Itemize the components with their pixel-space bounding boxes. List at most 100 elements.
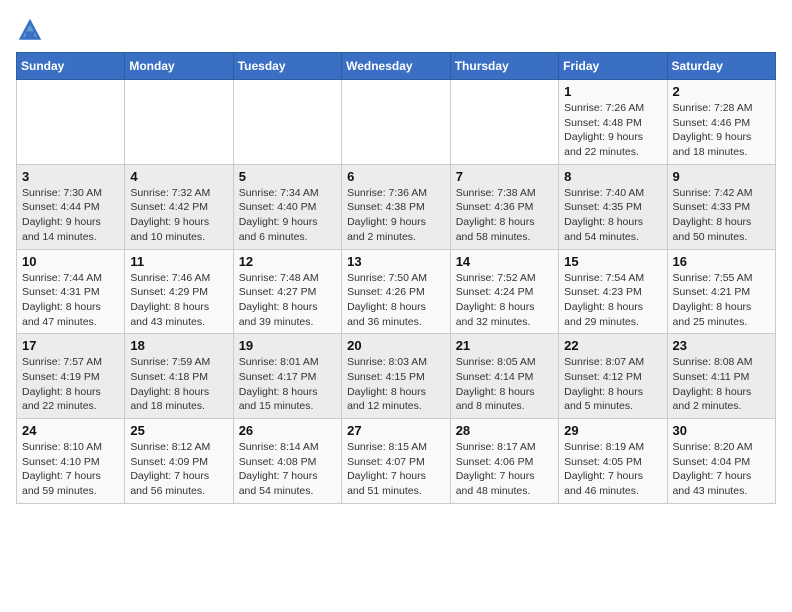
- day-info: Sunrise: 7:34 AMSunset: 4:40 PMDaylight:…: [239, 186, 336, 245]
- day-info: Sunrise: 7:50 AMSunset: 4:26 PMDaylight:…: [347, 271, 445, 330]
- day-number: 19: [239, 338, 336, 353]
- calendar-cell: 24 Sunrise: 8:10 AMSunset: 4:10 PMDayligh…: [17, 419, 125, 504]
- day-number: 1: [564, 84, 661, 99]
- day-info: Sunrise: 8:08 AMSunset: 4:11 PMDaylight:…: [673, 355, 770, 414]
- calendar-cell: 9 Sunrise: 7:42 AMSunset: 4:33 PMDaylight…: [667, 164, 775, 249]
- calendar-cell: 22 Sunrise: 8:07 AMSunset: 4:12 PMDayligh…: [559, 334, 667, 419]
- day-info: Sunrise: 8:19 AMSunset: 4:05 PMDaylight:…: [564, 440, 661, 499]
- calendar-week-row: 1 Sunrise: 7:26 AMSunset: 4:48 PMDaylight…: [17, 80, 776, 165]
- day-info: Sunrise: 7:28 AMSunset: 4:46 PMDaylight:…: [673, 101, 770, 160]
- day-info: Sunrise: 7:38 AMSunset: 4:36 PMDaylight:…: [456, 186, 553, 245]
- calendar-cell: 4 Sunrise: 7:32 AMSunset: 4:42 PMDaylight…: [125, 164, 233, 249]
- day-number: 3: [22, 169, 119, 184]
- calendar-cell: 18 Sunrise: 7:59 AMSunset: 4:18 PMDayligh…: [125, 334, 233, 419]
- day-number: 29: [564, 423, 661, 438]
- day-number: 9: [673, 169, 770, 184]
- day-info: Sunrise: 7:52 AMSunset: 4:24 PMDaylight:…: [456, 271, 553, 330]
- calendar-week-row: 3 Sunrise: 7:30 AMSunset: 4:44 PMDaylight…: [17, 164, 776, 249]
- calendar-cell: 29 Sunrise: 8:19 AMSunset: 4:05 PMDayligh…: [559, 419, 667, 504]
- day-number: 28: [456, 423, 553, 438]
- page-header: [16, 16, 776, 44]
- day-info: Sunrise: 7:32 AMSunset: 4:42 PMDaylight:…: [130, 186, 227, 245]
- calendar-cell: 5 Sunrise: 7:34 AMSunset: 4:40 PMDaylight…: [233, 164, 341, 249]
- day-number: 10: [22, 254, 119, 269]
- calendar-cell: [450, 80, 558, 165]
- day-number: 4: [130, 169, 227, 184]
- day-info: Sunrise: 7:44 AMSunset: 4:31 PMDaylight:…: [22, 271, 119, 330]
- calendar-cell: 10 Sunrise: 7:44 AMSunset: 4:31 PMDayligh…: [17, 249, 125, 334]
- day-number: 22: [564, 338, 661, 353]
- calendar-cell: 27 Sunrise: 8:15 AMSunset: 4:07 PMDayligh…: [342, 419, 451, 504]
- calendar-cell: 15 Sunrise: 7:54 AMSunset: 4:23 PMDayligh…: [559, 249, 667, 334]
- column-header-tuesday: Tuesday: [233, 53, 341, 80]
- day-info: Sunrise: 7:57 AMSunset: 4:19 PMDaylight:…: [22, 355, 119, 414]
- calendar-cell: 3 Sunrise: 7:30 AMSunset: 4:44 PMDaylight…: [17, 164, 125, 249]
- day-number: 2: [673, 84, 770, 99]
- day-info: Sunrise: 7:48 AMSunset: 4:27 PMDaylight:…: [239, 271, 336, 330]
- calendar-cell: 30Sunrise: 8:20 AMSunset: 4:04 PMDayligh…: [667, 419, 775, 504]
- day-info: Sunrise: 7:30 AMSunset: 4:44 PMDaylight:…: [22, 186, 119, 245]
- day-number: 21: [456, 338, 553, 353]
- logo: [16, 16, 48, 44]
- calendar-cell: 23Sunrise: 8:08 AMSunset: 4:11 PMDayligh…: [667, 334, 775, 419]
- calendar-cell: 2 Sunrise: 7:28 AMSunset: 4:46 PMDaylight…: [667, 80, 775, 165]
- calendar-header-row: SundayMondayTuesdayWednesdayThursdayFrid…: [17, 53, 776, 80]
- day-number: 11: [130, 254, 227, 269]
- day-number: 7: [456, 169, 553, 184]
- calendar-cell: 12Sunrise: 7:48 AMSunset: 4:27 PMDayligh…: [233, 249, 341, 334]
- day-number: 14: [456, 254, 553, 269]
- day-info: Sunrise: 8:20 AMSunset: 4:04 PMDaylight:…: [673, 440, 770, 499]
- calendar-cell: [125, 80, 233, 165]
- day-info: Sunrise: 8:10 AMSunset: 4:10 PMDaylight:…: [22, 440, 119, 499]
- calendar-cell: [342, 80, 451, 165]
- calendar-cell: 21 Sunrise: 8:05 AMSunset: 4:14 PMDayligh…: [450, 334, 558, 419]
- day-number: 8: [564, 169, 661, 184]
- calendar-cell: [233, 80, 341, 165]
- column-header-wednesday: Wednesday: [342, 53, 451, 80]
- column-header-friday: Friday: [559, 53, 667, 80]
- column-header-saturday: Saturday: [667, 53, 775, 80]
- day-info: Sunrise: 8:07 AMSunset: 4:12 PMDaylight:…: [564, 355, 661, 414]
- day-number: 5: [239, 169, 336, 184]
- day-number: 25: [130, 423, 227, 438]
- day-info: Sunrise: 7:26 AMSunset: 4:48 PMDaylight:…: [564, 101, 661, 160]
- day-number: 15: [564, 254, 661, 269]
- logo-icon: [16, 16, 44, 44]
- day-info: Sunrise: 7:42 AMSunset: 4:33 PMDaylight:…: [673, 186, 770, 245]
- calendar-cell: 17 Sunrise: 7:57 AMSunset: 4:19 PMDayligh…: [17, 334, 125, 419]
- day-info: Sunrise: 8:03 AMSunset: 4:15 PMDaylight:…: [347, 355, 445, 414]
- day-info: Sunrise: 8:14 AMSunset: 4:08 PMDaylight:…: [239, 440, 336, 499]
- day-number: 16: [673, 254, 770, 269]
- day-info: Sunrise: 8:17 AMSunset: 4:06 PMDaylight:…: [456, 440, 553, 499]
- day-info: Sunrise: 8:15 AMSunset: 4:07 PMDaylight:…: [347, 440, 445, 499]
- calendar-cell: 26 Sunrise: 8:14 AMSunset: 4:08 PMDayligh…: [233, 419, 341, 504]
- calendar-cell: 7 Sunrise: 7:38 AMSunset: 4:36 PMDaylight…: [450, 164, 558, 249]
- day-info: Sunrise: 8:12 AMSunset: 4:09 PMDaylight:…: [130, 440, 227, 499]
- day-info: Sunrise: 7:40 AMSunset: 4:35 PMDaylight:…: [564, 186, 661, 245]
- calendar-cell: 16Sunrise: 7:55 AMSunset: 4:21 PMDayligh…: [667, 249, 775, 334]
- day-info: Sunrise: 7:59 AMSunset: 4:18 PMDaylight:…: [130, 355, 227, 414]
- column-header-sunday: Sunday: [17, 53, 125, 80]
- day-info: Sunrise: 7:54 AMSunset: 4:23 PMDaylight:…: [564, 271, 661, 330]
- day-number: 27: [347, 423, 445, 438]
- day-info: Sunrise: 7:46 AMSunset: 4:29 PMDaylight:…: [130, 271, 227, 330]
- day-number: 20: [347, 338, 445, 353]
- day-info: Sunrise: 8:05 AMSunset: 4:14 PMDaylight:…: [456, 355, 553, 414]
- calendar-cell: 14 Sunrise: 7:52 AMSunset: 4:24 PMDayligh…: [450, 249, 558, 334]
- day-info: Sunrise: 7:36 AMSunset: 4:38 PMDaylight:…: [347, 186, 445, 245]
- calendar-cell: 11 Sunrise: 7:46 AMSunset: 4:29 PMDayligh…: [125, 249, 233, 334]
- calendar-cell: 6 Sunrise: 7:36 AMSunset: 4:38 PMDaylight…: [342, 164, 451, 249]
- calendar-cell: 1 Sunrise: 7:26 AMSunset: 4:48 PMDaylight…: [559, 80, 667, 165]
- day-info: Sunrise: 8:01 AMSunset: 4:17 PMDaylight:…: [239, 355, 336, 414]
- calendar-cell: 25 Sunrise: 8:12 AMSunset: 4:09 PMDayligh…: [125, 419, 233, 504]
- calendar-cell: 13Sunrise: 7:50 AMSunset: 4:26 PMDayligh…: [342, 249, 451, 334]
- day-number: 24: [22, 423, 119, 438]
- calendar-cell: 28 Sunrise: 8:17 AMSunset: 4:06 PMDayligh…: [450, 419, 558, 504]
- day-number: 6: [347, 169, 445, 184]
- day-number: 17: [22, 338, 119, 353]
- calendar-week-row: 24 Sunrise: 8:10 AMSunset: 4:10 PMDayligh…: [17, 419, 776, 504]
- day-number: 18: [130, 338, 227, 353]
- calendar-cell: 8 Sunrise: 7:40 AMSunset: 4:35 PMDaylight…: [559, 164, 667, 249]
- day-number: 26: [239, 423, 336, 438]
- calendar-cell: [17, 80, 125, 165]
